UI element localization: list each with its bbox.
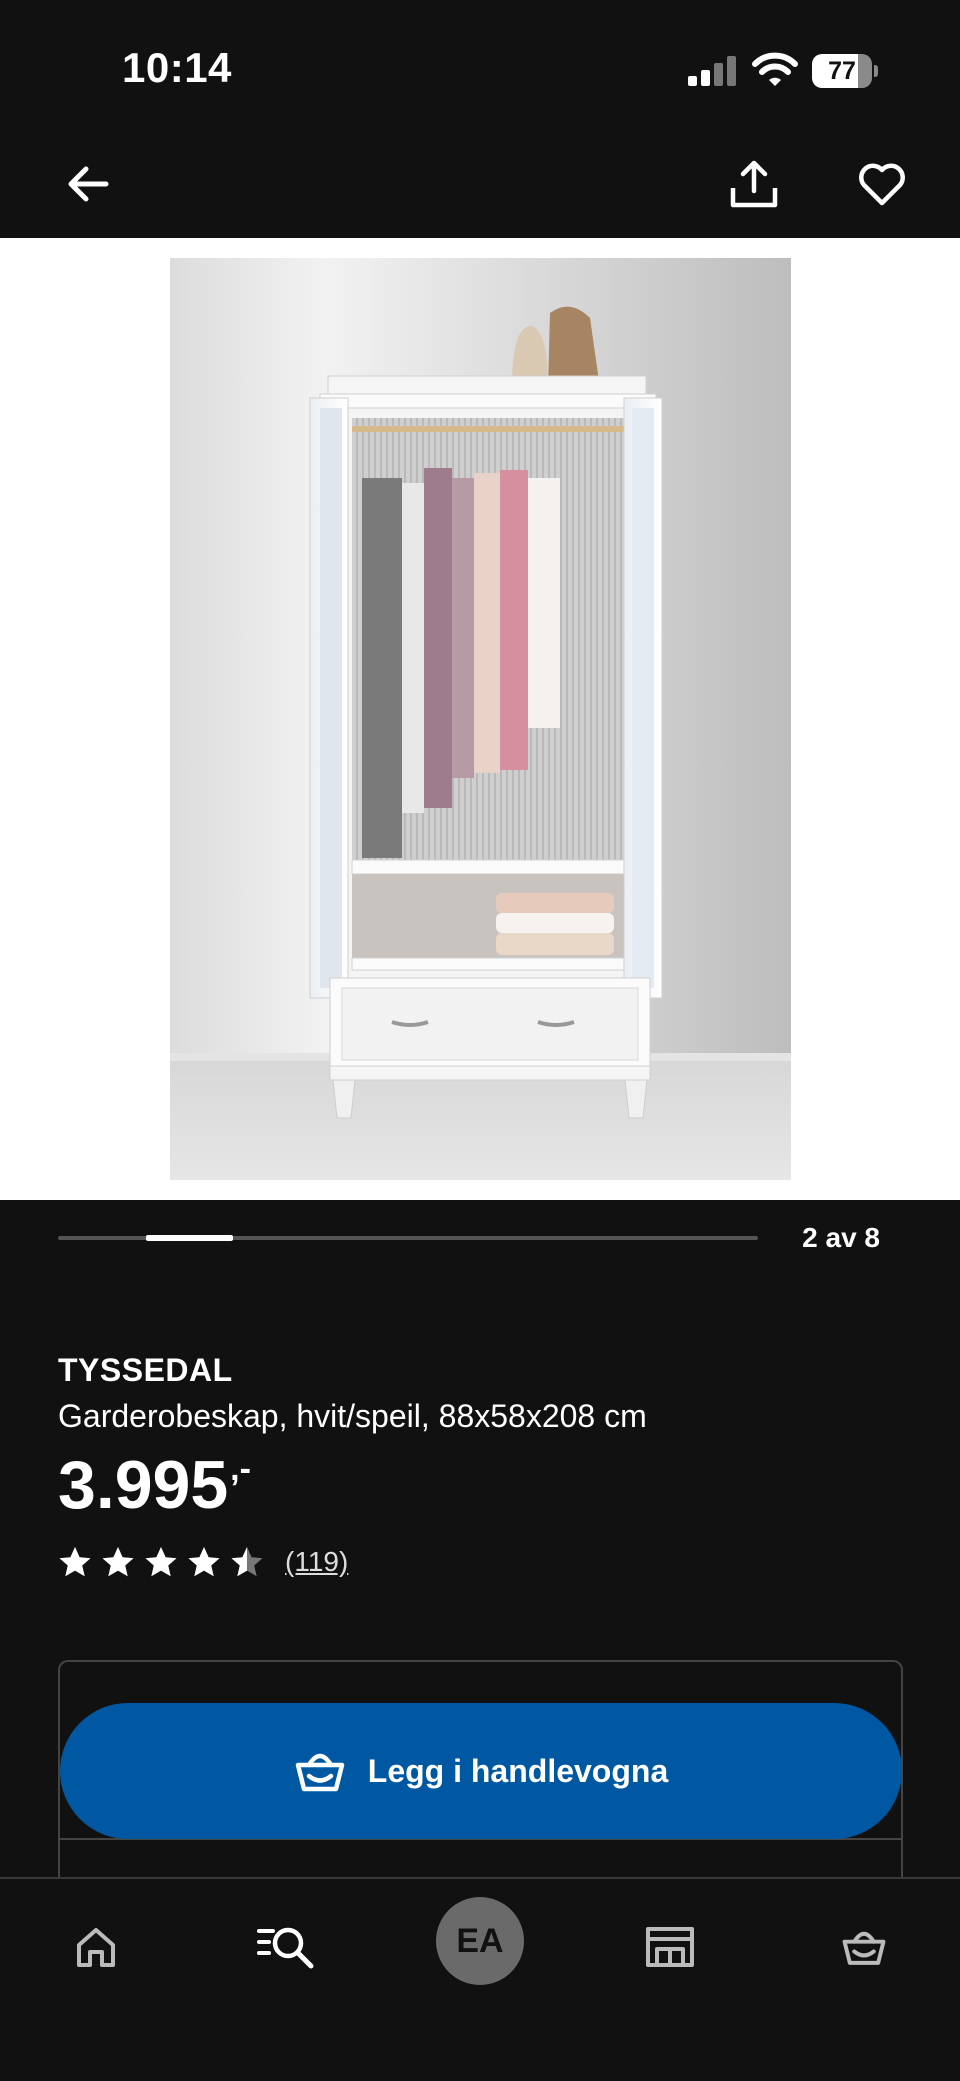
product-rating[interactable]: (119): [58, 1540, 348, 1584]
search-icon: [257, 1927, 314, 1969]
status-time: 10:14: [122, 44, 232, 91]
price-suffix: ,-: [230, 1450, 251, 1488]
battery-indicator: 77: [812, 54, 878, 88]
basket-icon: [842, 1931, 886, 1965]
add-to-cart-button[interactable]: Legg i handlevogna: [60, 1703, 902, 1839]
star-icon: [231, 1547, 263, 1577]
price-value: 3.995: [58, 1447, 229, 1523]
product-image-carousel[interactable]: [0, 238, 960, 1200]
review-count-link[interactable]: (119): [285, 1546, 348, 1578]
tab-search[interactable]: [244, 1905, 328, 1989]
arrow-left-icon: [68, 166, 109, 202]
carousel-progress: [58, 1235, 758, 1241]
favorite-button[interactable]: [846, 148, 918, 220]
cellular-signal-icon: [688, 56, 736, 86]
avatar-initials: EA: [456, 1921, 504, 1960]
star-icon: [188, 1547, 220, 1577]
store-icon: [646, 1927, 694, 1967]
star-icon: [145, 1547, 177, 1577]
add-to-cart-label: Legg i handlevogna: [367, 1752, 669, 1789]
bottom-tab-bar: EA: [0, 1877, 960, 2081]
tab-cart[interactable]: [822, 1905, 906, 1989]
product-description: Garderobeskap, hvit/speil, 88x58x208 cm: [58, 1398, 647, 1434]
heart-icon: [859, 163, 905, 206]
carousel-progress-active: [145, 1235, 233, 1241]
back-button[interactable]: [52, 148, 124, 220]
tab-profile-avatar[interactable]: EA: [436, 1897, 524, 1985]
rating-stars: [58, 1545, 273, 1579]
star-icon: [102, 1547, 134, 1577]
home-icon: [77, 1928, 115, 1967]
product-image[interactable]: [170, 258, 791, 1180]
tab-home[interactable]: [54, 1905, 138, 1989]
share-icon: [730, 160, 778, 208]
carousel-counter: 2 av 8: [802, 1222, 880, 1253]
battery-percentage: 77: [828, 57, 856, 85]
status-bar: 10:14 77: [0, 0, 960, 140]
basket-icon: [295, 1753, 345, 1792]
wifi-icon: [752, 52, 798, 86]
top-nav-bar: [0, 140, 960, 238]
star-icon: [59, 1547, 91, 1577]
product-price: 3.995 ,-: [58, 1446, 251, 1524]
share-button[interactable]: [718, 148, 790, 220]
product-name: TYSSEDAL: [58, 1352, 233, 1388]
tab-stores[interactable]: [628, 1905, 712, 1989]
